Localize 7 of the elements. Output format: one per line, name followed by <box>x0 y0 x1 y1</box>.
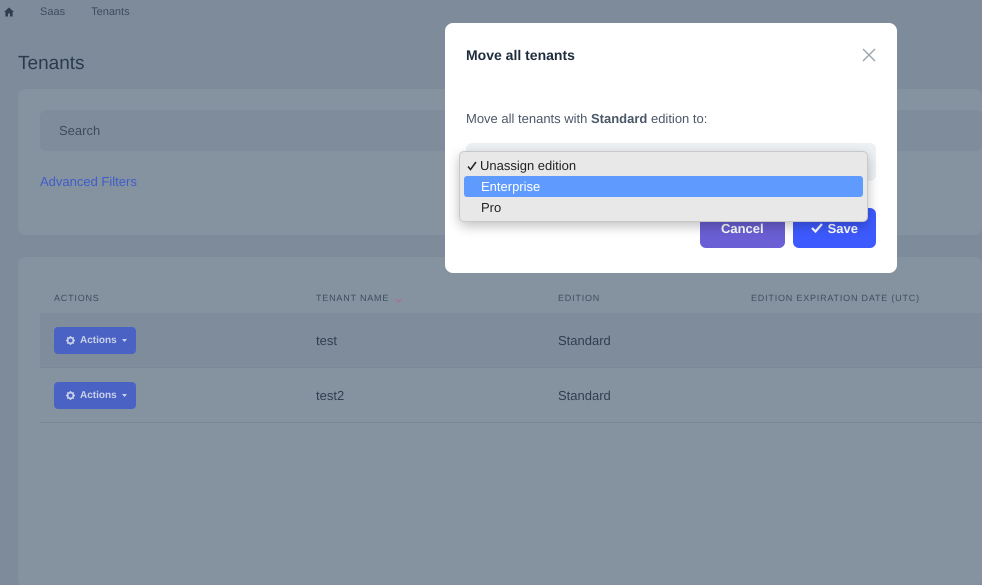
tenant-name: test <box>316 332 337 348</box>
modal-message: Move all tenants with Standard edition to: <box>466 111 708 126</box>
edition-name: Standard <box>558 332 611 348</box>
page-title: Tenants <box>17 52 85 76</box>
tenant-name: test2 <box>316 388 344 402</box>
edition-name: Standard <box>558 388 611 402</box>
modal-title: Move all tenants <box>466 47 575 63</box>
